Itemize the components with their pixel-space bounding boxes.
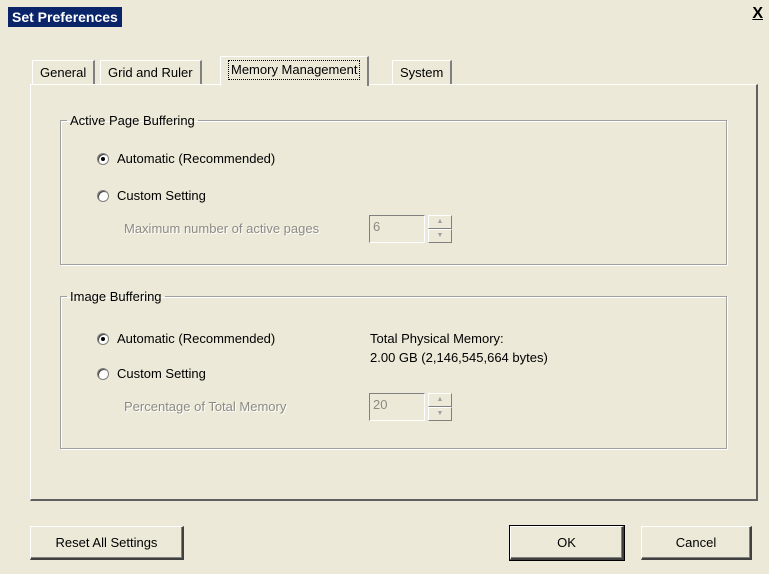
active-page-auto-radio-row[interactable]: Automatic (Recommended) <box>97 151 275 166</box>
active-page-custom-radio-row[interactable]: Custom Setting <box>97 188 206 203</box>
spin-down-icon[interactable]: ▼ <box>428 407 452 421</box>
reset-all-settings-button[interactable]: Reset All Settings <box>30 526 184 560</box>
cancel-button[interactable]: Cancel <box>641 526 752 560</box>
tab-memory-management[interactable]: Memory Management <box>220 56 370 86</box>
active-page-auto-radio[interactable] <box>97 152 109 165</box>
title-bar: Set Preferences X <box>0 0 769 34</box>
active-page-buffering-legend: Active Page Buffering <box>70 113 195 128</box>
spin-up-icon[interactable]: ▲ <box>428 393 452 407</box>
total-physical-memory-value: 2.00 GB (2,146,545,664 bytes) <box>370 350 548 365</box>
max-active-pages-input[interactable]: 6 <box>369 215 425 243</box>
tab-grid-and-ruler-label: Grid and Ruler <box>108 65 193 80</box>
active-page-custom-label: Custom Setting <box>117 188 206 203</box>
window-title: Set Preferences <box>8 7 122 27</box>
tab-system[interactable]: System <box>392 60 453 84</box>
total-physical-memory-title: Total Physical Memory: <box>370 331 504 346</box>
max-active-pages-label: Maximum number of active pages <box>124 221 320 236</box>
percentage-of-total-memory-spinner[interactable]: 20 ▲ ▼ <box>369 393 452 421</box>
image-auto-radio[interactable] <box>97 332 109 345</box>
cancel-label: Cancel <box>675 535 717 550</box>
ok-button[interactable]: OK <box>509 525 625 561</box>
ok-label: OK <box>557 535 576 550</box>
close-icon[interactable]: X <box>752 5 763 23</box>
tab-memory-management-label: Memory Management <box>228 60 361 80</box>
image-custom-label: Custom Setting <box>117 366 206 381</box>
reset-all-settings-label: Reset All Settings <box>55 535 158 550</box>
image-custom-radio-row[interactable]: Custom Setting <box>97 366 206 381</box>
tab-system-label: System <box>400 65 444 80</box>
spin-down-icon[interactable]: ▼ <box>428 229 452 243</box>
tab-general-label: General <box>40 65 87 80</box>
active-page-auto-label: Automatic (Recommended) <box>117 151 276 166</box>
spin-up-icon[interactable]: ▲ <box>428 215 452 229</box>
max-active-pages-spinner[interactable]: 6 ▲ ▼ <box>369 215 452 243</box>
percentage-of-total-memory-label: Percentage of Total Memory <box>124 399 287 414</box>
tab-panel-memory-management: Active Page Buffering Automatic (Recomme… <box>30 84 758 501</box>
tab-general[interactable]: General <box>32 60 96 84</box>
percentage-of-total-memory-input[interactable]: 20 <box>369 393 425 421</box>
image-buffering-legend: Image Buffering <box>70 289 162 304</box>
tab-grid-and-ruler[interactable]: Grid and Ruler <box>100 60 202 84</box>
image-auto-label: Automatic (Recommended) <box>117 331 276 346</box>
image-custom-radio[interactable] <box>97 367 109 380</box>
image-auto-radio-row[interactable]: Automatic (Recommended) <box>97 331 275 346</box>
active-page-custom-radio[interactable] <box>97 189 109 202</box>
